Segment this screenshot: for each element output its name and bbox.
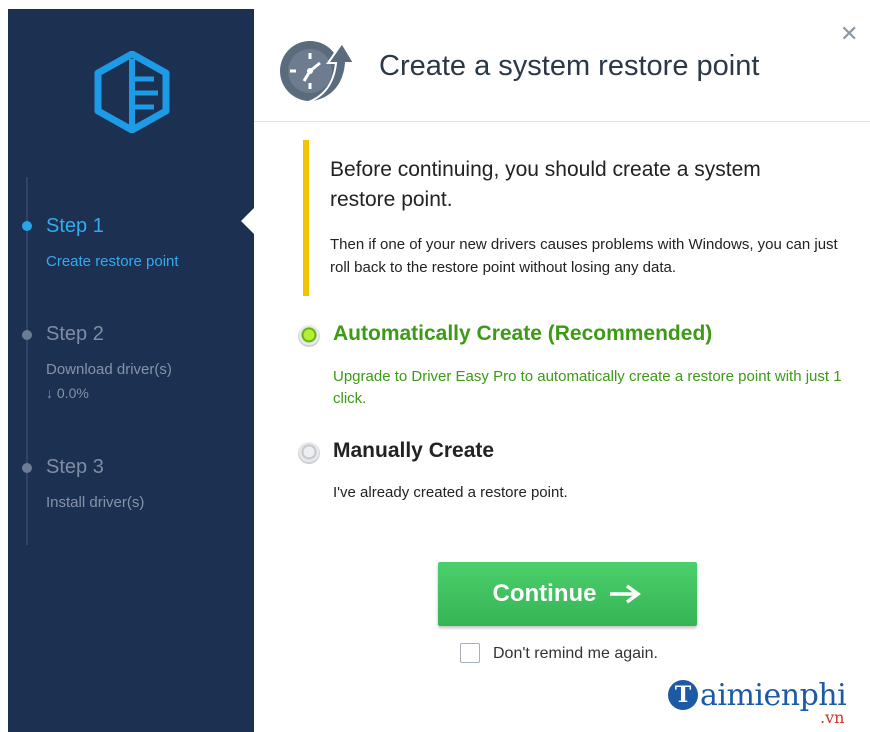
- step-3-dot: [22, 463, 32, 473]
- arrow-right-icon: [610, 584, 642, 604]
- step-2-title: Step 2: [46, 323, 104, 345]
- taimienphi-watermark: T aimienphi .vn: [668, 678, 868, 728]
- step-1-title: Step 1: [46, 215, 104, 237]
- step-3-title: Step 3: [46, 456, 104, 478]
- remind-label[interactable]: Don't remind me again.: [493, 645, 658, 663]
- continue-label: Continue: [492, 580, 597, 607]
- manual-create-label[interactable]: Manually Create: [333, 439, 494, 463]
- watermark-initial: T: [668, 680, 698, 710]
- notice-body: Then if one of your new drivers causes p…: [330, 236, 838, 276]
- step-track-line: [26, 177, 28, 545]
- driver-easy-logo: [94, 51, 170, 133]
- auto-create-label[interactable]: Automatically Create (Recommended): [333, 322, 712, 346]
- auto-create-description: Upgrade to Driver Easy Pro to automatica…: [333, 368, 842, 407]
- dialog-header: Create a system restore point: [254, 9, 870, 122]
- manual-create-description: I've already created a restore point.: [333, 484, 568, 501]
- manual-create-radio[interactable]: [298, 442, 320, 464]
- notice-heading: Before continuing, you should create a s…: [330, 158, 761, 211]
- notice-accent-bar: [303, 140, 309, 296]
- close-icon[interactable]: ✕: [840, 21, 858, 47]
- steps-sidebar: Step 1 Create restore point Step 2 Downl…: [8, 9, 254, 732]
- step-1-dot: [22, 221, 32, 231]
- step-2-dot: [22, 330, 32, 340]
- watermark-domain: .vn: [820, 708, 845, 727]
- restore-clock-icon: [280, 41, 354, 104]
- continue-button[interactable]: Continue: [438, 562, 697, 626]
- active-step-pointer: [241, 208, 254, 234]
- restore-notice: Before continuing, you should create a s…: [303, 140, 863, 296]
- remind-checkbox[interactable]: [460, 643, 480, 663]
- dialog-window: Step 1 Create restore point Step 2 Downl…: [8, 9, 870, 732]
- step-3-subtitle: Install driver(s): [46, 494, 145, 511]
- step-2-progress: ↓ 0.0%: [46, 385, 89, 401]
- step-1-subtitle: Create restore point: [46, 253, 179, 270]
- auto-create-radio[interactable]: [298, 325, 320, 347]
- step-2-subtitle: Download driver(s): [46, 361, 172, 378]
- dialog-title: Create a system restore point: [379, 50, 760, 82]
